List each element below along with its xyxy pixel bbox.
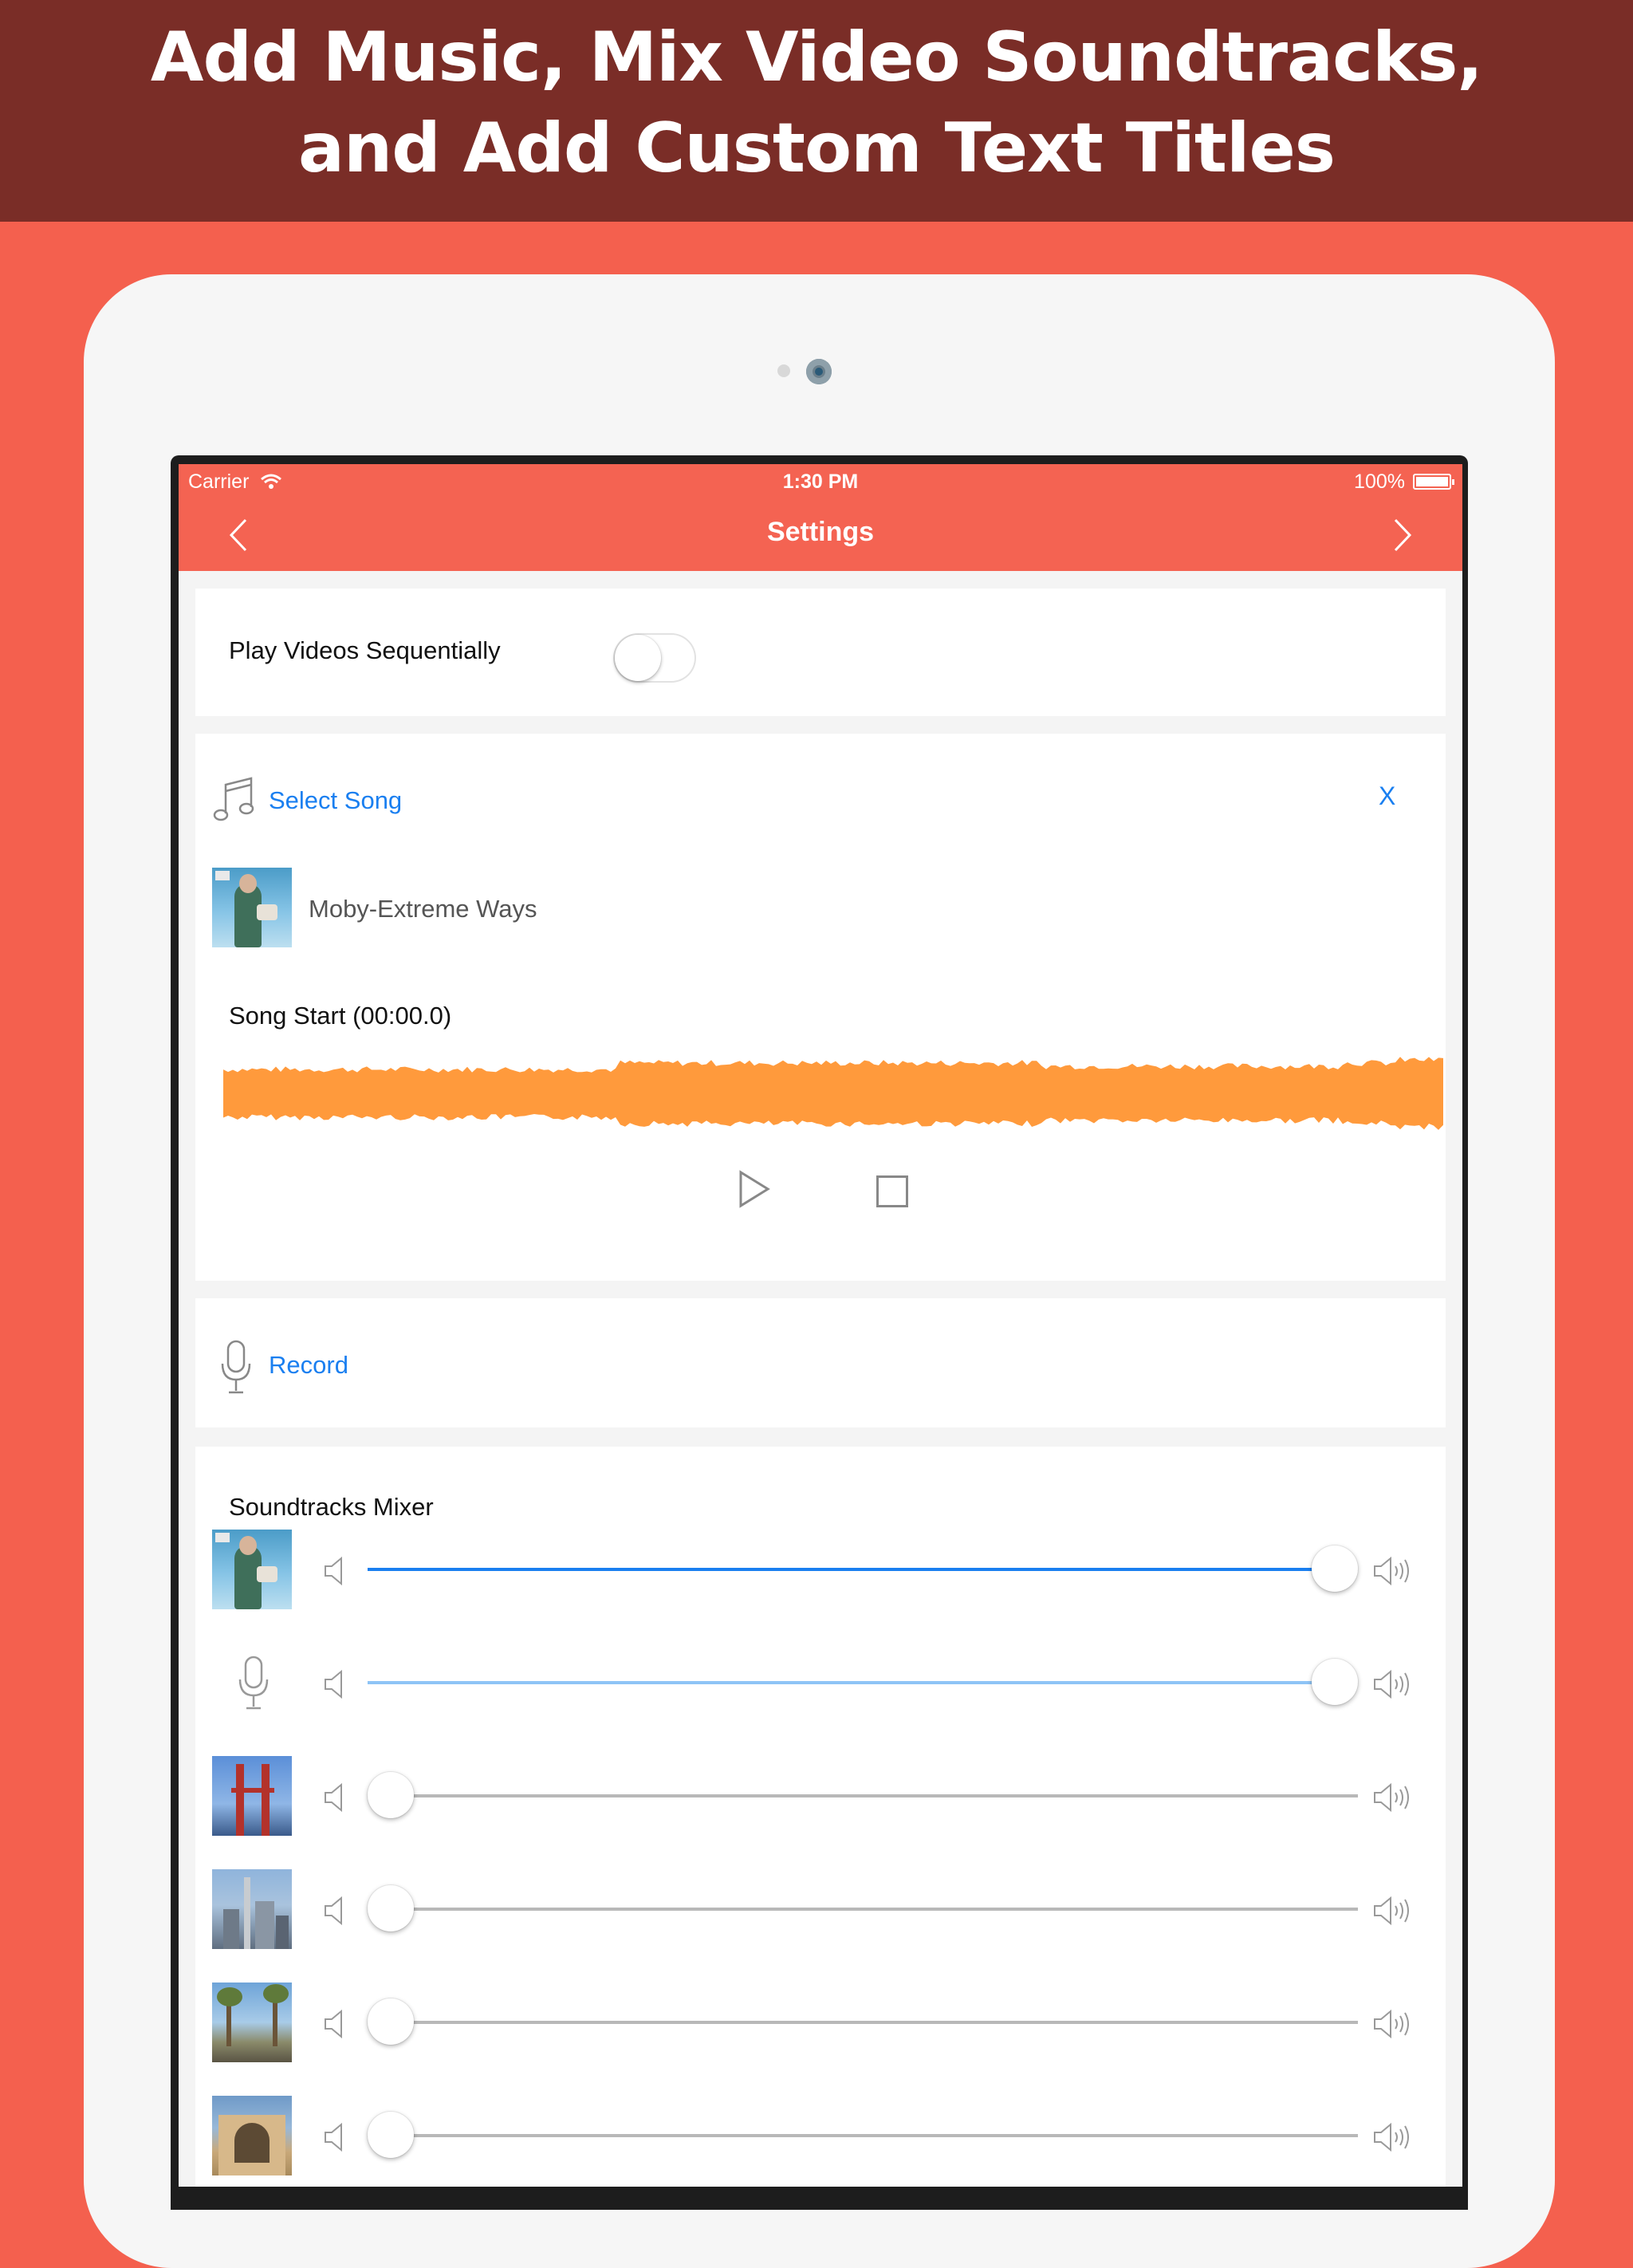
microphone-icon — [221, 1340, 251, 1394]
banner-headline-line1: Add Music, Mix Video Soundtracks, — [150, 18, 1483, 97]
banner-headline-line2: and Add Custom Text Titles — [298, 108, 1336, 188]
battery-percent: 100% — [1354, 471, 1405, 493]
volume-slider-track[interactable] — [368, 1545, 1358, 1592]
volume-slider-fill — [368, 1681, 1335, 1684]
volume-slider-knob[interactable] — [368, 2112, 414, 2158]
volume-slider-track[interactable] — [368, 1772, 1358, 1818]
device-sensor-dot — [777, 364, 790, 377]
status-time: 1:30 PM — [782, 471, 859, 493]
volume-high-icon — [1374, 1896, 1409, 1926]
mixer-card: Soundtracks Mixer — [195, 1447, 1446, 2187]
volume-slider-track[interactable] — [368, 2112, 1358, 2158]
volume-slider-knob[interactable] — [1312, 1545, 1358, 1592]
toggle-knob — [615, 635, 661, 681]
music-note-icon — [213, 777, 254, 821]
volume-slider-knob[interactable] — [368, 1998, 414, 2045]
volume-slider-knob[interactable] — [368, 1772, 414, 1818]
volume-slider-track[interactable] — [368, 1998, 1358, 2045]
video-thumbnail-bridge — [212, 1756, 292, 1836]
volume-low-icon — [325, 1896, 342, 1925]
volume-low-icon — [325, 2010, 342, 2038]
volume-slider-knob[interactable] — [368, 1885, 414, 1931]
chevron-right-icon[interactable] — [1386, 515, 1418, 555]
video-thumbnail-building — [212, 2096, 292, 2175]
device-camera-icon — [806, 359, 832, 384]
stop-icon[interactable] — [876, 1175, 908, 1207]
mixer-row-video — [195, 1869, 1446, 1949]
volume-slider-track[interactable] — [368, 1885, 1358, 1931]
page-title: Settings — [766, 517, 875, 547]
battery-icon — [1413, 474, 1454, 490]
volume-high-icon — [1374, 2009, 1409, 2039]
microphone-icon — [238, 1656, 269, 1710]
record-card: Record — [195, 1298, 1446, 1427]
volume-low-icon — [325, 1783, 342, 1812]
album-art-moby — [212, 868, 292, 947]
play-sequential-toggle[interactable] — [613, 633, 696, 683]
song-waveform[interactable] — [223, 1051, 1446, 1136]
clear-song-button[interactable]: X — [1379, 782, 1395, 811]
status-bar: Carrier 1:30 PM 100% — [179, 464, 1462, 501]
video-thumbnail-city — [212, 1869, 292, 1949]
play-sequential-label: Play Videos Sequentially — [229, 636, 501, 664]
song-start-label: Song Start (00:00.0) — [229, 1002, 452, 1030]
select-song-button[interactable]: Select Song — [269, 786, 402, 815]
song-title: Moby-Extreme Ways — [309, 895, 537, 923]
play-icon[interactable] — [736, 1169, 773, 1209]
mixer-row-recording — [195, 1643, 1446, 1723]
volume-high-icon — [1374, 1782, 1409, 1813]
mixer-row-song — [195, 1530, 1446, 1609]
volume-low-icon — [325, 2123, 342, 2152]
volume-low-icon — [325, 1670, 342, 1699]
record-button[interactable]: Record — [269, 1351, 348, 1380]
promo-banner: Add Music, Mix Video Soundtracks, and Ad… — [0, 0, 1633, 222]
album-art-moby — [212, 1530, 292, 1609]
song-card: Select Song X Moby-Extreme Ways Song Sta… — [195, 734, 1446, 1281]
app-screen: Carrier 1:30 PM 100% Settings Play Video… — [179, 464, 1462, 2187]
volume-slider-track[interactable] — [368, 1659, 1358, 1705]
mixer-title: Soundtracks Mixer — [229, 1493, 434, 1521]
play-sequential-card: Play Videos Sequentially — [195, 589, 1446, 716]
volume-high-icon — [1374, 2122, 1409, 2152]
volume-slider-fill — [368, 1568, 1335, 1571]
video-thumbnail-palms — [212, 1983, 292, 2062]
volume-high-icon — [1374, 1556, 1409, 1586]
mixer-row-video — [195, 1756, 1446, 1836]
mixer-row-video — [195, 1983, 1446, 2062]
volume-high-icon — [1374, 1669, 1409, 1699]
mixer-row-video — [195, 2096, 1446, 2175]
volume-slider-knob[interactable] — [1312, 1659, 1358, 1705]
navigation-bar: Settings — [179, 501, 1462, 571]
volume-low-icon — [325, 1557, 342, 1585]
